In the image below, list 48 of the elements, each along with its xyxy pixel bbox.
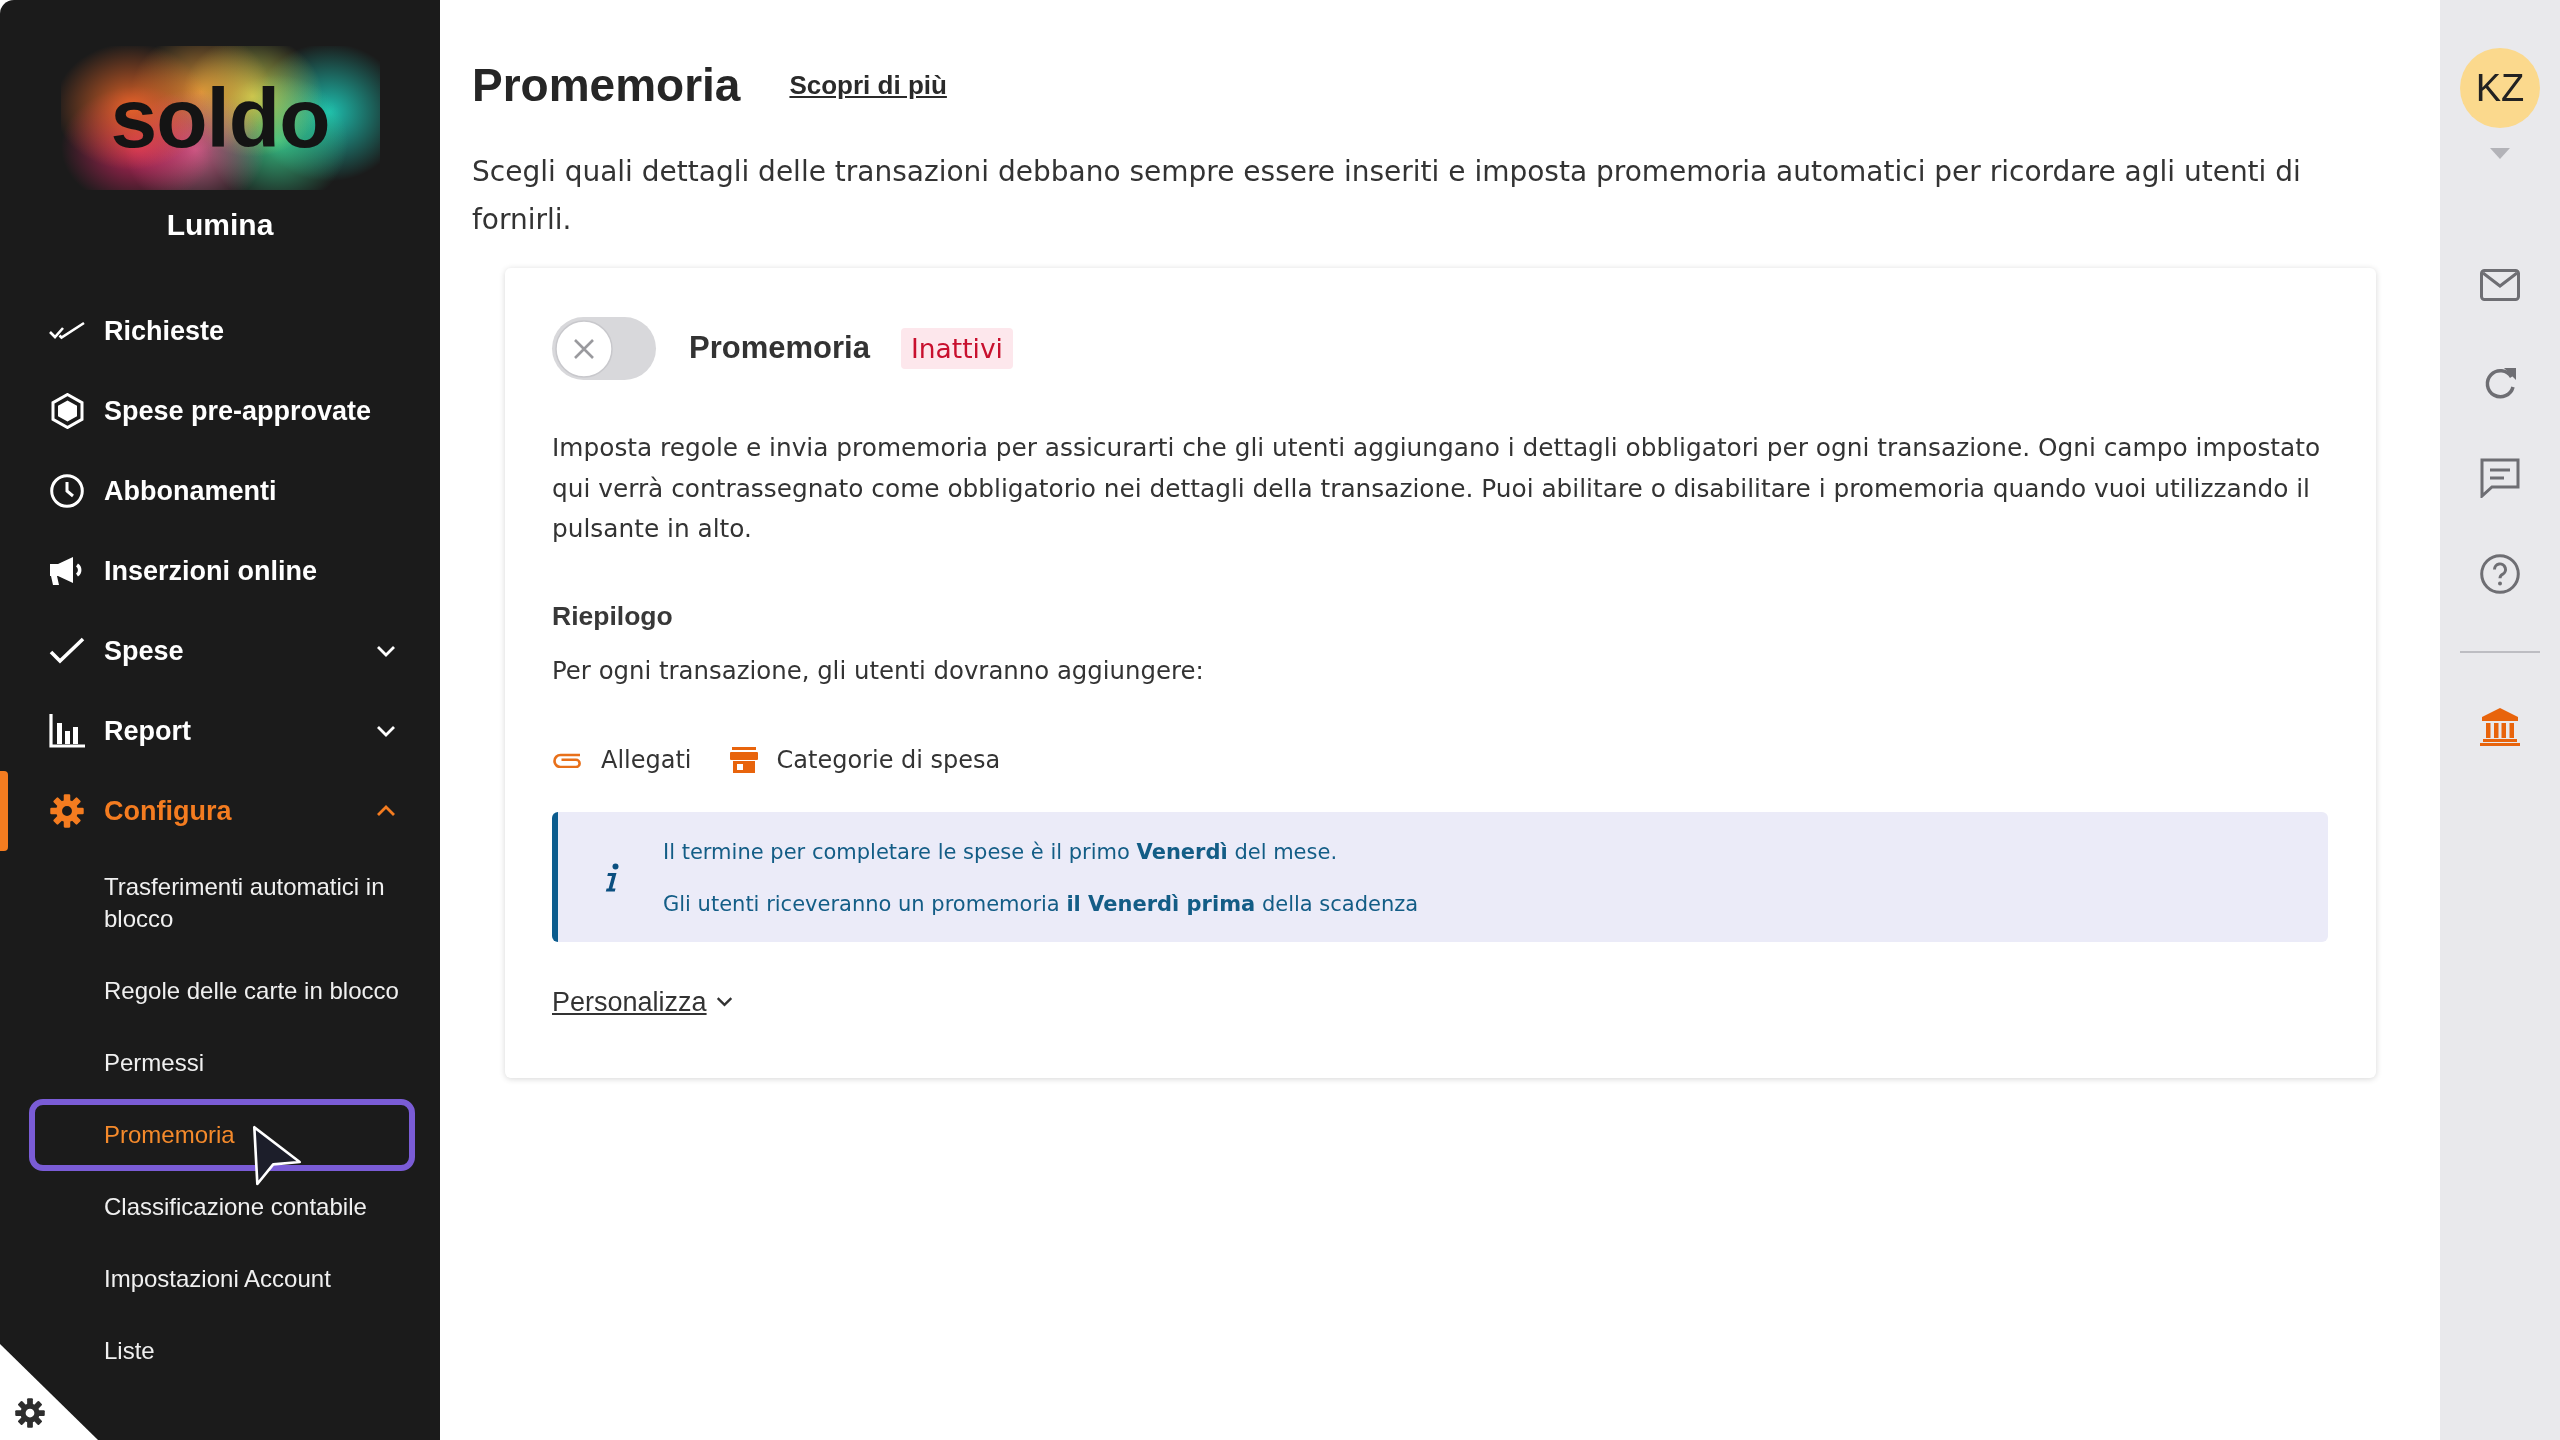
help-icon[interactable] [2480,554,2520,594]
nav-subitem[interactable]: Trasferimenti automatici in blocco [104,851,415,955]
mail-icon[interactable] [2480,269,2520,301]
hexagon-icon [50,393,84,429]
nav-subitem[interactable]: Promemoria [29,1099,415,1171]
bank-icon[interactable] [2480,708,2520,746]
nav-item[interactable]: Report [0,691,440,771]
nav-subitem[interactable]: Regole delle carte in blocco [104,955,415,1027]
chevron-down-icon[interactable] [715,996,733,1007]
info-text: Gli utenti riceveranno un promemoria il Venerdì prima della scadenza [663,890,1419,918]
summary-title: Riepilogo [552,599,674,633]
bar-chart-icon [49,714,85,748]
gear-icon [15,1398,45,1428]
learn-more-link[interactable]: Scopri di più [789,65,947,105]
nav-item[interactable]: Spese [0,611,440,691]
nav-item[interactable]: Richieste [0,291,440,371]
nav-item[interactable]: Configura [0,771,440,851]
nav-item[interactable]: Inserzioni online [0,531,440,611]
nav-item[interactable]: Abbonamenti [0,451,440,531]
x-icon [554,319,613,378]
status-badge: Inattivi [900,328,1013,369]
gear-icon [50,794,84,828]
organization-name: Lumina [166,207,274,243]
clock-icon [50,474,84,508]
summary-text: Per ogni transazione, gli utenti dovranno aggiungere: [552,654,1205,687]
nav-subitem[interactable]: Classificazione contabile [104,1171,415,1243]
cursor-icon [252,1125,302,1187]
nav-item[interactable]: Spese pre-approvate [0,371,440,451]
store-icon [729,746,758,773]
page-title: Promemoria [472,58,741,113]
nav-subitem[interactable]: Liste [104,1315,415,1387]
info-text: Il termine per completare le spese è il primo Venerdì del mese. [663,838,1339,866]
chat-icon[interactable] [2480,458,2520,498]
avatar[interactable]: KZ [2460,48,2540,128]
customize-link[interactable]: Personalizza [552,983,733,1020]
paperclip-icon [552,751,582,768]
required-field-label: Allegati [601,744,692,776]
check-icon [48,636,86,666]
double-check-icon [48,321,86,341]
required-field-label: Categorie di spesa [776,744,1001,776]
page-description: Scegli quali dettagli delle transazioni debbano sempre essere inseriti e imposta promemoria automatici per ricordare agli utenti di fornirli. [472,154,2302,238]
chevron-up-icon[interactable] [376,805,396,817]
info-icon [604,862,620,893]
refresh-icon[interactable] [2483,365,2517,401]
nav-subitem[interactable]: Impostazioni Account [104,1243,415,1315]
card-title: Promemoria [689,329,870,368]
nav-subitem[interactable]: Permessi [104,1027,415,1099]
card-description: Imposta regole e invia promemoria per assicurarti che gli utenti aggiungano i dettagli obbligatori per ogni transazione. Ogni campo impostato qui verrà contrassegnato come obbligatorio nei dettagli della transazione. Puoi abilitare o disabilitare i promemoria quando vuoi utilizzando il pulsante in alto. [552,432,2322,545]
